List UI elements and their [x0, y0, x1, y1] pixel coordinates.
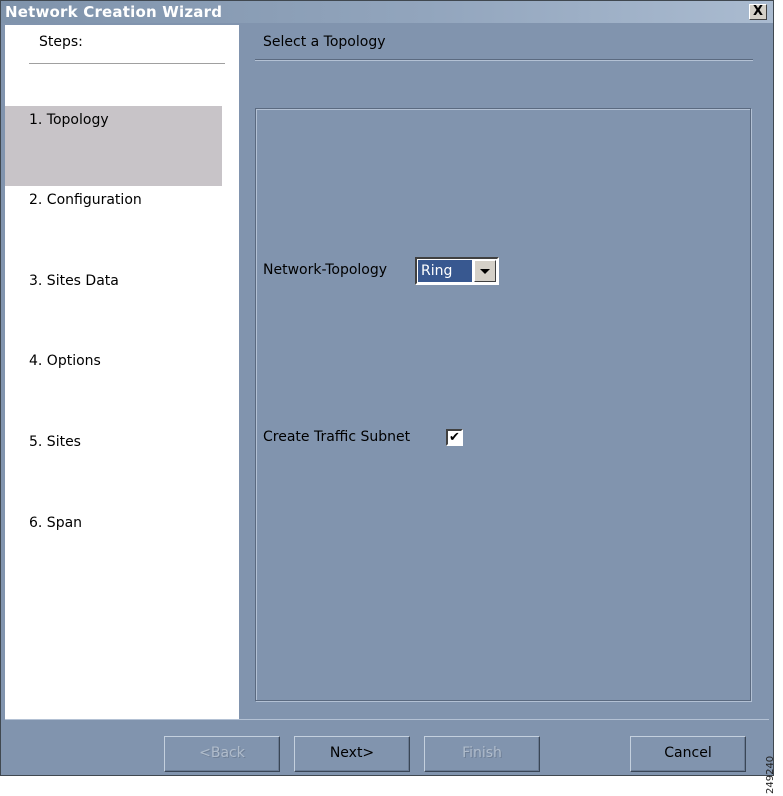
step-label: 4. Options: [29, 353, 101, 369]
step-configuration[interactable]: 2. Configuration: [5, 186, 222, 266]
back-button[interactable]: <Back: [164, 736, 280, 772]
step-sites[interactable]: 5. Sites: [5, 428, 222, 508]
title-divider: [255, 59, 753, 61]
steps-panel: Steps: 1. Topology 2. Configuration 3. S…: [5, 25, 239, 719]
next-button[interactable]: Next>: [294, 736, 410, 772]
network-topology-select[interactable]: Ring: [415, 257, 499, 285]
wizard-window: Network Creation Wizard X Steps: 1. Topo…: [0, 0, 774, 776]
window-title: Network Creation Wizard: [5, 3, 223, 21]
figure-id: 249240: [765, 755, 776, 794]
steps-divider: [29, 63, 225, 64]
step-topology[interactable]: 1. Topology: [5, 106, 222, 186]
close-icon: X: [752, 4, 764, 19]
step-sites-data[interactable]: 3. Sites Data: [5, 267, 222, 347]
chevron-down-icon[interactable]: [474, 260, 496, 282]
network-topology-label: Network-Topology: [263, 262, 388, 278]
network-topology-value: Ring: [418, 260, 472, 282]
step-label: 1. Topology: [29, 112, 109, 128]
traffic-subnet-label: Create Traffic Subnet: [263, 429, 411, 445]
content-panel: [255, 108, 751, 701]
next-button-label: Next>: [329, 745, 375, 761]
cancel-button-label: Cancel: [664, 745, 712, 761]
traffic-subnet-checkbox[interactable]: ✔: [446, 429, 463, 446]
check-icon: ✔: [449, 430, 460, 445]
back-button-label: <Back: [199, 745, 245, 761]
close-button[interactable]: X: [749, 4, 767, 20]
step-label: 3. Sites Data: [29, 273, 119, 289]
step-label: 6. Span: [29, 515, 83, 531]
step-label: 2. Configuration: [29, 192, 142, 208]
finish-button[interactable]: Finish: [424, 736, 540, 772]
step-options[interactable]: 4. Options: [5, 347, 222, 427]
step-label: 5. Sites: [29, 434, 81, 450]
cancel-button[interactable]: Cancel: [630, 736, 746, 772]
steps-header: Steps:: [39, 34, 83, 50]
title-bar: Network Creation Wizard X: [1, 1, 773, 23]
page-title: Select a Topology: [263, 34, 386, 50]
step-span[interactable]: 6. Span: [5, 509, 222, 589]
finish-button-label: Finish: [462, 745, 502, 761]
